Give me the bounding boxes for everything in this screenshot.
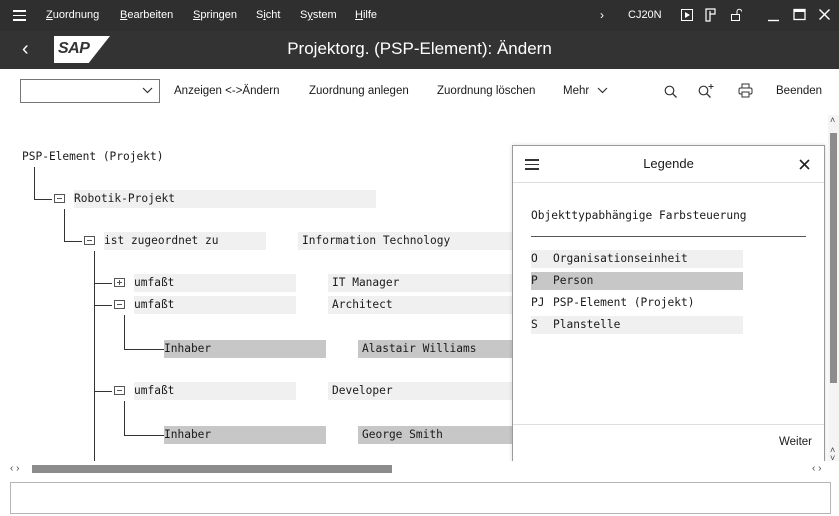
tree-row[interactable]: umfaßt: [134, 296, 296, 314]
folder-closed-icon[interactable]: [114, 278, 125, 288]
relation-label: ist zugeordnet zu: [104, 234, 219, 247]
chevron-down-icon: [142, 87, 153, 94]
legend-code: P: [531, 274, 538, 287]
scroll-up-icon[interactable]: ˄: [830, 115, 835, 125]
tree-root[interactable]: PSP-Element (Projekt): [22, 148, 163, 166]
project-label: Robotik-Projekt: [74, 192, 176, 205]
menu-zuordnung[interactable]: Zuordnung: [46, 9, 99, 21]
search-next-icon[interactable]: [698, 83, 714, 99]
tree-row[interactable]: umfaßt: [134, 382, 296, 400]
relation-label: umfaßt: [134, 384, 175, 397]
tree-row-target[interactable]: Architect: [328, 296, 512, 314]
continue-button[interactable]: Weiter: [779, 436, 812, 448]
tree-row-target[interactable]: IT Manager: [328, 274, 512, 292]
tree-row[interactable]: Inhaber: [164, 340, 326, 358]
menu-icon[interactable]: [13, 10, 26, 21]
legend-title: Legende: [643, 156, 694, 171]
org-unit-label: Information Technology: [302, 234, 451, 247]
position-label: Developer: [332, 384, 393, 397]
legend-name: Person: [553, 274, 594, 287]
maximize-icon[interactable]: [793, 8, 806, 21]
legend-footer: Weiter: [513, 424, 824, 461]
layout-icon[interactable]: [704, 8, 718, 22]
object-dropdown[interactable]: [20, 79, 160, 103]
legend-name: Planstelle: [553, 318, 621, 331]
legend-dialog: Legende Objekttypabhängige Farbsteuerung…: [512, 145, 825, 462]
status-bar: [10, 482, 831, 514]
legend-code: S: [531, 318, 538, 331]
folder-open-icon[interactable]: [114, 386, 125, 396]
menu-system[interactable]: System: [300, 9, 337, 21]
tree-row[interactable]: Inhaber: [164, 426, 326, 444]
relation-label: Inhaber: [164, 342, 212, 355]
position-label: Architect: [332, 298, 393, 311]
person-label: George Smith: [362, 428, 443, 441]
tree-row-target[interactable]: Alastair Williams: [358, 340, 512, 358]
tree-node-project[interactable]: Robotik-Projekt: [74, 190, 376, 208]
scroll-left-right-icon[interactable]: ‹ ›: [10, 463, 19, 474]
legend-entry: P Person: [531, 272, 743, 290]
horizontal-scrollbar[interactable]: ‹ › ‹ ›: [0, 461, 839, 477]
relation-label: Inhaber: [164, 428, 212, 441]
chevron-right-icon[interactable]: ›: [600, 8, 604, 22]
position-label: IT Manager: [332, 276, 400, 289]
lock-icon[interactable]: [730, 8, 744, 22]
more-label: Mehr: [563, 85, 590, 97]
more-button[interactable]: Mehr: [563, 85, 608, 97]
folder-open-icon[interactable]: [84, 236, 95, 246]
menu-sicht[interactable]: Sicht: [256, 9, 280, 21]
menu-bar: Zuordnung Bearbeiten Springen Sicht Syst…: [0, 0, 839, 31]
vertical-scrollbar[interactable]: ˄ ˄ ˅: [828, 115, 839, 463]
folder-open-icon[interactable]: [114, 300, 125, 310]
page-title: Projektorg. (PSP-Element): Ändern: [287, 39, 552, 58]
menu-bearbeiten[interactable]: Bearbeiten: [120, 9, 173, 21]
close-icon[interactable]: [799, 159, 810, 170]
legend-subtitle: Objekttypabhängige Farbsteuerung: [531, 209, 747, 222]
legend-entry: O Organisationseinheit: [531, 250, 743, 268]
close-icon[interactable]: [818, 8, 831, 21]
legend-header: Legende: [513, 146, 824, 183]
minimize-icon[interactable]: [767, 9, 780, 22]
tree-row-target[interactable]: Developer: [328, 382, 512, 400]
search-icon[interactable]: [664, 85, 678, 99]
tree-node-org-unit[interactable]: Information Technology: [298, 232, 512, 250]
menu-springen[interactable]: Springen: [193, 9, 237, 21]
menu-hilfe[interactable]: Hilfe: [355, 9, 377, 21]
relation-label: umfaßt: [134, 298, 175, 311]
chevron-down-icon: [597, 87, 608, 94]
scroll-thumb[interactable]: [32, 465, 392, 473]
divider: [531, 236, 806, 237]
legend-code: PJ: [531, 296, 545, 309]
scroll-left-right-icon[interactable]: ‹ ›: [812, 463, 821, 474]
tree-row[interactable]: umfaßt: [134, 274, 296, 292]
scroll-thumb[interactable]: [830, 133, 837, 383]
create-assignment-button[interactable]: Zuordnung anlegen: [309, 85, 409, 97]
transaction-code: CJ20N: [628, 9, 662, 21]
legend-name: Organisationseinheit: [553, 252, 688, 265]
relation-label: umfaßt: [134, 276, 175, 289]
exit-button[interactable]: Beenden: [776, 85, 822, 97]
title-bar: ‹ SAP Projektorg. (PSP-Element): Ändern: [0, 31, 839, 69]
tree-node-relation[interactable]: ist zugeordnet zu: [104, 232, 266, 250]
tree-row-target[interactable]: George Smith: [358, 426, 512, 444]
legend-name: PSP-Element (Projekt): [553, 296, 695, 309]
delete-assignment-button[interactable]: Zuordnung löschen: [437, 85, 535, 97]
legend-entry: PJ PSP-Element (Projekt): [531, 294, 743, 312]
application-toolbar: Anzeigen <->Ändern Zuordnung anlegen Zuo…: [0, 69, 839, 116]
execute-icon[interactable]: [681, 9, 693, 21]
legend-entry: S Planstelle: [531, 316, 743, 334]
print-icon[interactable]: [738, 83, 753, 99]
person-label: Alastair Williams: [362, 342, 477, 355]
folder-open-icon[interactable]: [54, 194, 65, 204]
toggle-display-change-button[interactable]: Anzeigen <->Ändern: [174, 85, 280, 97]
legend-code: O: [531, 252, 538, 265]
